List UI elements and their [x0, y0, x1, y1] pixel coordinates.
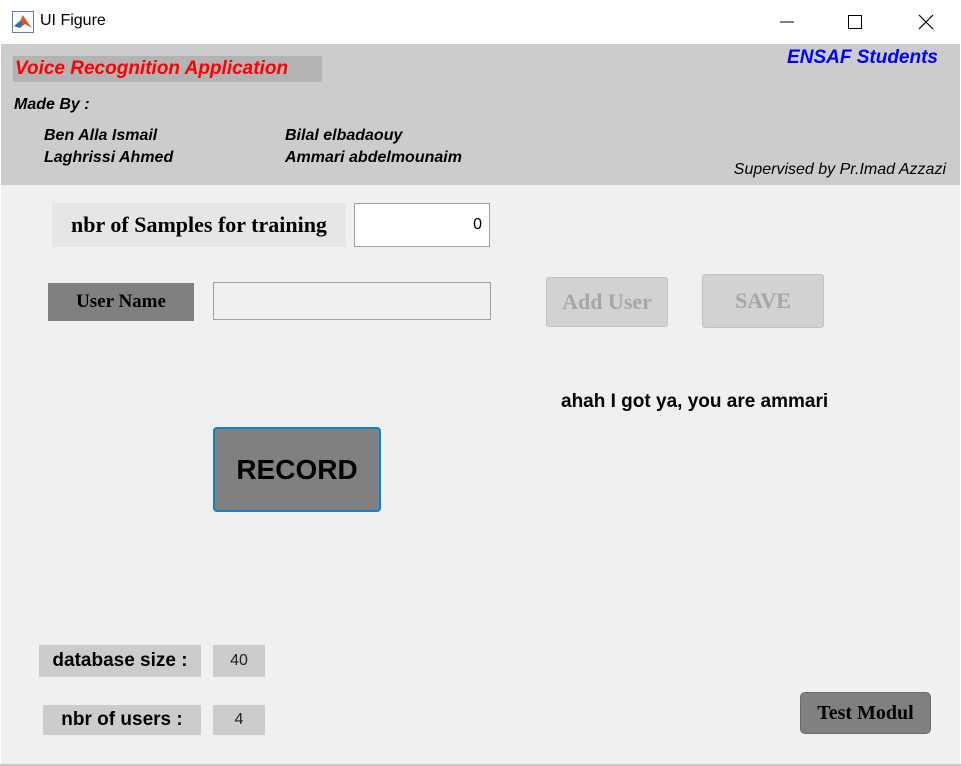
app-title: Voice Recognition Application — [13, 56, 322, 82]
org-label: ENSAF Students — [787, 47, 938, 68]
author-name: Ammari abdelmounaim — [285, 149, 462, 166]
window-title: UI Figure — [40, 12, 106, 29]
samples-field[interactable]: 0 — [354, 203, 490, 247]
window-titlebar: UI Figure — [0, 0, 961, 44]
samples-label: nbr of Samples for training — [52, 203, 346, 247]
recognition-result: ahah I got ya, you are ammari — [561, 391, 829, 412]
maximize-button[interactable] — [832, 0, 878, 44]
database-size-value: 40 — [213, 645, 265, 677]
made-by-label: Made By : — [14, 96, 90, 113]
maximize-icon — [848, 15, 862, 29]
figure-canvas: Voice Recognition Application ENSAF Stud… — [1, 44, 960, 764]
close-button[interactable] — [903, 0, 949, 44]
record-button[interactable]: RECORD — [213, 427, 381, 512]
header-panel: Voice Recognition Application ENSAF Stud… — [1, 44, 960, 185]
author-name: Ben Alla Ismail — [44, 127, 158, 144]
username-field[interactable] — [213, 282, 491, 320]
minimize-icon — [780, 21, 794, 23]
minimize-button[interactable] — [764, 0, 810, 44]
matlab-icon — [12, 11, 34, 33]
close-icon — [918, 14, 934, 30]
author-name: Laghrissi Ahmed — [44, 149, 174, 166]
username-label: User Name — [48, 283, 194, 321]
test-module-button[interactable]: Test Modul — [800, 692, 931, 734]
users-count-label: nbr of users : — [43, 705, 201, 735]
add-user-button[interactable]: Add User — [546, 277, 668, 327]
users-count-value: 4 — [213, 705, 265, 735]
database-size-label: database size : — [39, 645, 201, 677]
supervisor-label: Supervised by Pr.Imad Azzazi — [733, 161, 946, 178]
save-button[interactable]: SAVE — [702, 274, 824, 328]
author-name: Bilal elbadaouy — [285, 127, 403, 144]
